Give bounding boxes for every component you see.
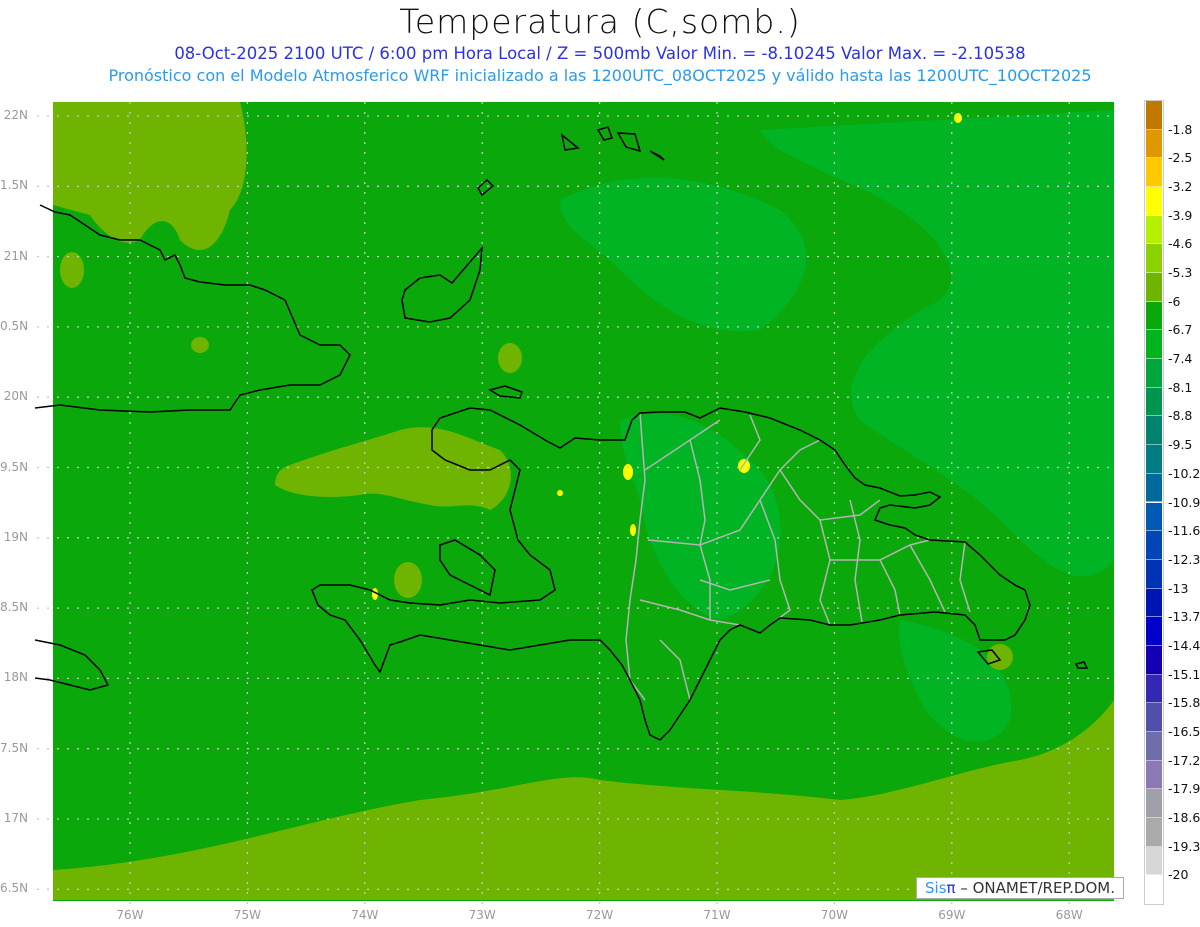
colorbar-swatch bbox=[1146, 617, 1162, 646]
lon-label: 69W bbox=[938, 908, 966, 922]
lon-label: 76W bbox=[116, 908, 144, 922]
colorbar-swatch bbox=[1146, 645, 1162, 675]
colorbar-label: -19.3 bbox=[1168, 838, 1200, 854]
colorbar-swatch bbox=[1146, 187, 1162, 216]
logo-sis: Sis bbox=[925, 879, 947, 897]
colorbar-swatch bbox=[1146, 301, 1162, 331]
colorbar-swatch bbox=[1146, 731, 1162, 761]
lat-label: 17N bbox=[3, 811, 28, 825]
lon-label: 70W bbox=[820, 908, 848, 922]
colorbar-swatch bbox=[1146, 101, 1162, 130]
colorbar-label: -4.6 bbox=[1168, 236, 1193, 252]
colorbar-swatch bbox=[1146, 502, 1162, 532]
colorbar-label: -3.2 bbox=[1168, 179, 1193, 195]
colorbar-label: -12.3 bbox=[1168, 551, 1200, 567]
colorbar-swatch bbox=[1146, 215, 1162, 245]
colorbar-label: -13.7 bbox=[1168, 609, 1200, 625]
colorbar-swatch bbox=[1146, 588, 1162, 618]
colorbar-swatch bbox=[1146, 387, 1162, 417]
lon-label: 75W bbox=[233, 908, 261, 922]
lat-label: 20N bbox=[3, 389, 28, 404]
colorbar-swatch bbox=[1146, 330, 1162, 360]
colorbar-swatch bbox=[1146, 531, 1162, 560]
colorbar-swatch bbox=[1146, 244, 1162, 274]
colorbar-swatch bbox=[1146, 559, 1162, 589]
lat-label: 0.5N bbox=[0, 318, 29, 333]
lon-label: 71W bbox=[703, 908, 731, 922]
colorbar-label: -17.9 bbox=[1168, 781, 1200, 797]
colorbar-label: -2.5 bbox=[1168, 150, 1193, 166]
lat-label: 18N bbox=[3, 670, 28, 685]
colorbar-label: -7.4 bbox=[1168, 351, 1193, 367]
colorbar-swatch bbox=[1146, 473, 1162, 503]
lat-label: 19N bbox=[3, 529, 28, 544]
colorbar-label: -10.9 bbox=[1168, 494, 1200, 510]
lat-label: 7.5N bbox=[0, 740, 29, 755]
colorbar-label: -20 bbox=[1168, 867, 1189, 883]
colorbar-label: -1.8 bbox=[1168, 121, 1193, 137]
lat-label: 21N bbox=[3, 248, 28, 263]
colorbar-label: -5.3 bbox=[1168, 265, 1193, 281]
lat-label: 8.5N bbox=[0, 600, 29, 615]
temperature-map bbox=[34, 102, 1114, 905]
lat-label: 6.5N bbox=[0, 881, 29, 896]
lat-label: 1.5N bbox=[0, 178, 29, 193]
colorbar-label: -6.7 bbox=[1168, 322, 1193, 338]
colorbar-label: -17.2 bbox=[1168, 752, 1200, 768]
colorbar-swatch bbox=[1146, 273, 1162, 302]
colorbar-label: -16.5 bbox=[1168, 723, 1200, 739]
colorbar-swatch bbox=[1146, 760, 1162, 790]
colorbar-label: -8.1 bbox=[1168, 379, 1193, 395]
lon-label: 68W bbox=[1055, 908, 1083, 922]
colorbar-label: -14.4 bbox=[1168, 637, 1200, 653]
sispi-onamet-logo: Sisπ – ONAMET/REP.DOM. bbox=[916, 877, 1124, 899]
colorbar-swatch bbox=[1146, 875, 1162, 904]
colorbar-label: -10.2 bbox=[1168, 465, 1200, 481]
lat-label: 9.5N bbox=[0, 459, 29, 474]
lat-label: 22N bbox=[3, 108, 28, 122]
colorbar-swatch bbox=[1146, 703, 1162, 732]
colorbar-label: -11.6 bbox=[1168, 523, 1200, 539]
logo-pi: π bbox=[946, 879, 956, 897]
colorbar-label: -8.8 bbox=[1168, 408, 1193, 424]
colorbar-label: -6 bbox=[1168, 293, 1181, 309]
colorbar-swatch bbox=[1146, 416, 1162, 446]
colorbar-label: -18.6 bbox=[1168, 809, 1200, 825]
colorbar-swatch bbox=[1146, 789, 1162, 818]
lon-label: 72W bbox=[586, 908, 614, 922]
colorbar-label: -3.9 bbox=[1168, 207, 1193, 223]
lon-label: 73W bbox=[468, 908, 496, 922]
lon-label: 74W bbox=[351, 908, 379, 922]
colorbar-swatch bbox=[1146, 359, 1162, 388]
colorbar-swatch bbox=[1146, 445, 1162, 474]
colorbar-swatch bbox=[1146, 846, 1162, 876]
colorbar-label: -13 bbox=[1168, 580, 1189, 596]
colorbar-swatch bbox=[1146, 674, 1162, 704]
colorbar-swatch bbox=[1146, 817, 1162, 847]
colorbar-label: -15.1 bbox=[1168, 666, 1200, 682]
colorbar-label: -9.5 bbox=[1168, 437, 1193, 453]
logo-onamet: – ONAMET/REP.DOM. bbox=[955, 879, 1115, 897]
colorbar-swatch bbox=[1146, 158, 1162, 188]
colorbar-swatch bbox=[1146, 129, 1162, 159]
colorbar-label: -15.8 bbox=[1168, 695, 1200, 711]
